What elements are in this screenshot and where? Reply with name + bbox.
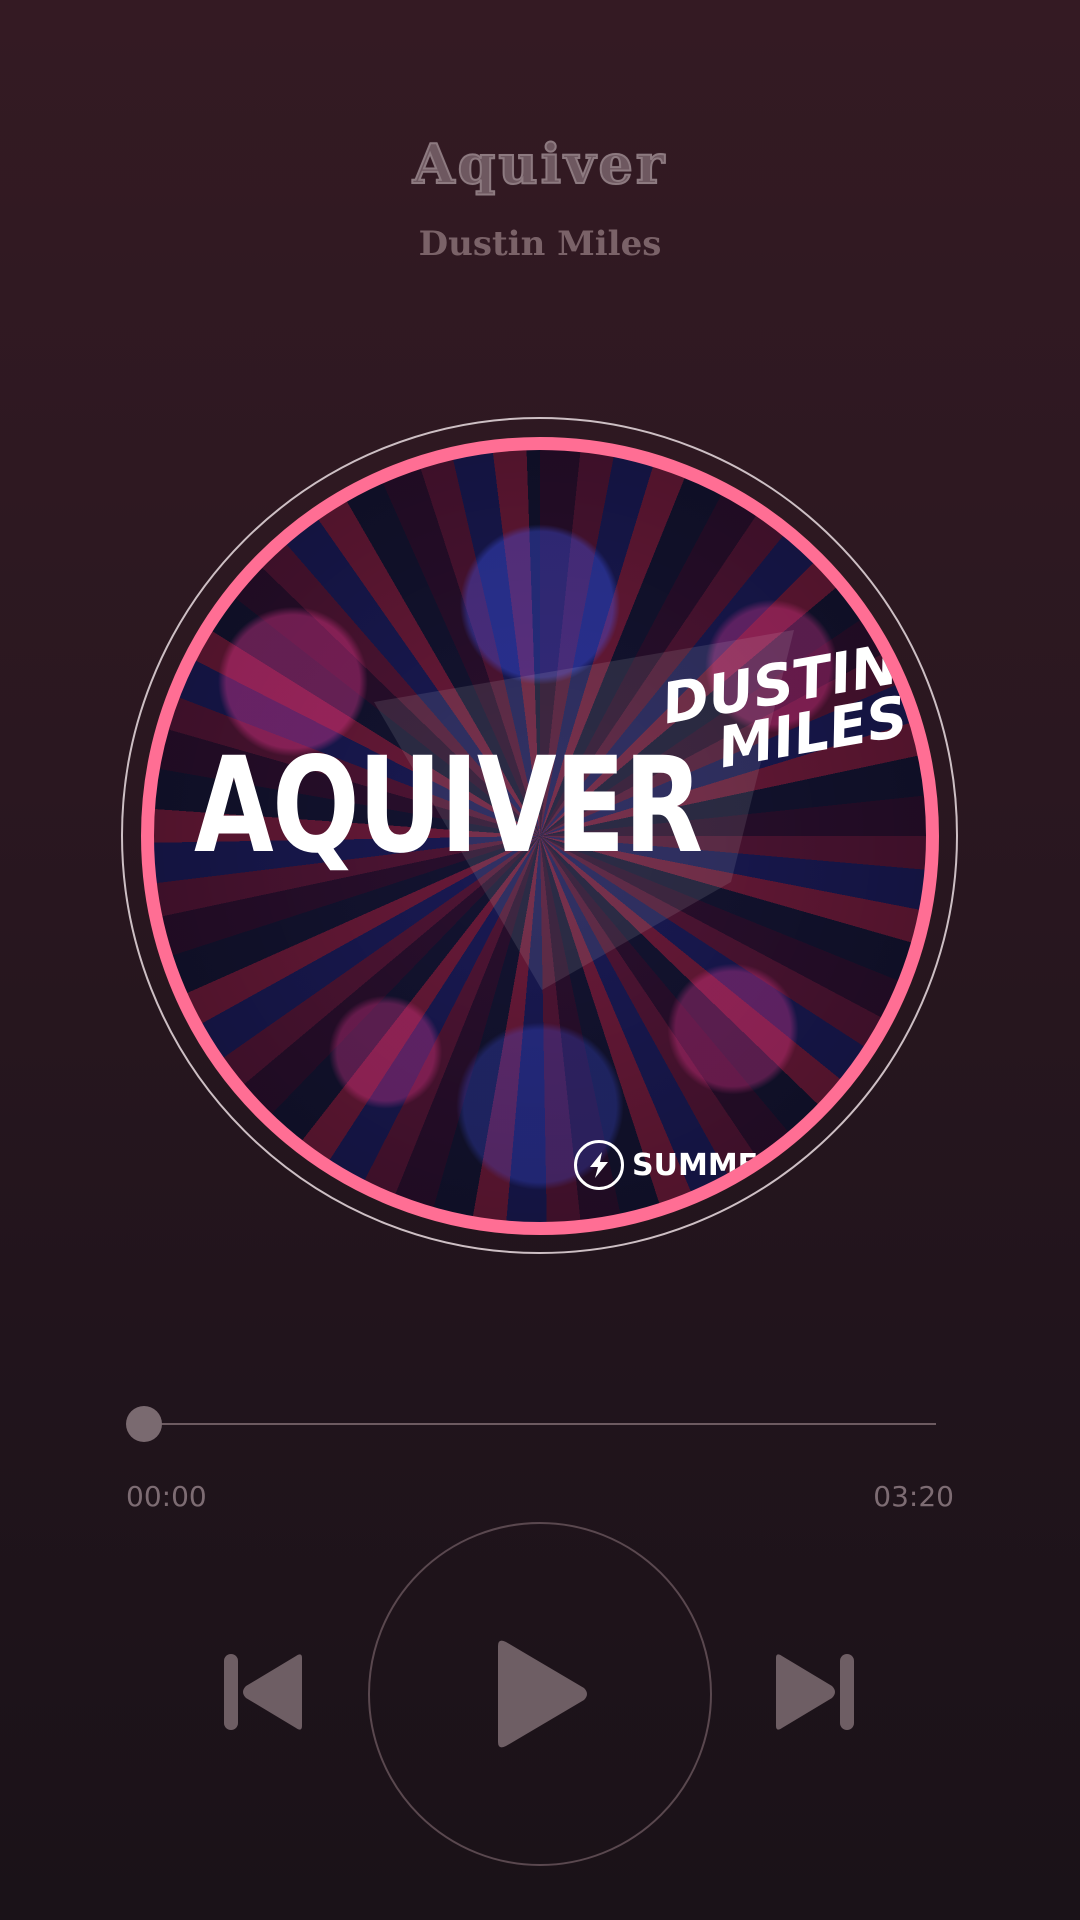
track-title: Aquiver (412, 131, 668, 197)
skip-next-icon (776, 1654, 854, 1730)
progress-thumb[interactable] (126, 1406, 162, 1442)
progress-track[interactable] (144, 1423, 936, 1425)
album-art-label: SUMME (574, 1140, 758, 1190)
play-icon (498, 1640, 587, 1748)
play-button[interactable] (368, 1522, 712, 1866)
bolt-icon (574, 1140, 624, 1190)
next-button[interactable] (772, 1650, 856, 1734)
album-art-disc: AQUIVER DUSTIN MILES SUMME (141, 437, 939, 1235)
track-artist: Dustin Miles (418, 224, 662, 264)
skip-previous-icon (224, 1654, 302, 1730)
album-art-label-text: SUMME (632, 1147, 759, 1183)
previous-button[interactable] (222, 1650, 306, 1734)
total-time: 03:20 (873, 1480, 954, 1513)
current-time: 00:00 (126, 1480, 207, 1513)
